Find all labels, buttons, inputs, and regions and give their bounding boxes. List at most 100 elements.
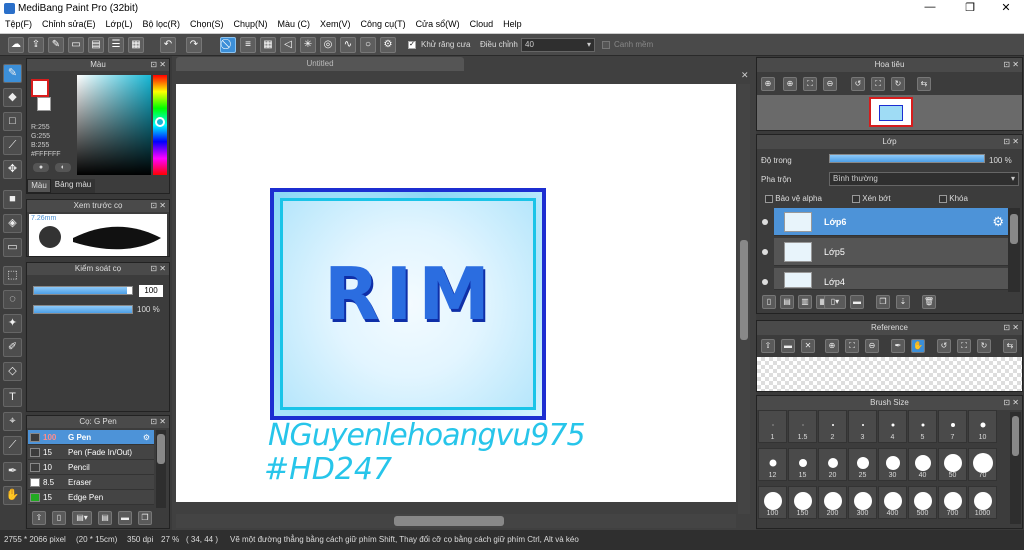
- grid-snap-icon[interactable]: ▦: [260, 37, 276, 53]
- blend-mode-dropdown[interactable]: Bình thường ▾: [829, 172, 1019, 186]
- new-layer-icon[interactable]: ▯: [762, 295, 776, 309]
- document-icon[interactable]: ▤: [88, 37, 104, 53]
- rotate-right-icon[interactable]: ↻: [891, 77, 905, 91]
- folder-icon[interactable]: ▬: [118, 511, 132, 525]
- select-pen-icon[interactable]: ✐: [3, 338, 22, 357]
- comment-icon[interactable]: ✎: [48, 37, 64, 53]
- reference-upload-icon[interactable]: ⇧: [761, 339, 775, 353]
- brush-size-option[interactable]: 300: [848, 486, 877, 519]
- menu-window[interactable]: Cửa sổ(W): [411, 17, 465, 29]
- dropper-icon[interactable]: ✒: [891, 339, 905, 353]
- protect-alpha-checkbox[interactable]: [765, 194, 773, 203]
- radial-snap-icon[interactable]: ✳: [300, 37, 316, 53]
- tab-palette[interactable]: Bảng màu: [51, 179, 95, 193]
- eyedropper-icon[interactable]: ✒: [3, 462, 22, 481]
- visibility-eye-icon[interactable]: [762, 219, 768, 225]
- add-brush-icon[interactable]: ⇧: [32, 511, 46, 525]
- document-tab[interactable]: Untitled: [176, 57, 464, 71]
- text-tool-icon[interactable]: T: [3, 388, 22, 407]
- secondary-color-swatch[interactable]: [37, 97, 51, 111]
- new-brush-icon[interactable]: ▯: [52, 511, 66, 525]
- fit-icon[interactable]: ⛶: [845, 339, 859, 353]
- scrollbar-thumb[interactable]: [740, 240, 748, 340]
- brush-size-option[interactable]: 1000: [968, 486, 997, 519]
- rotate-left-icon[interactable]: ↺: [851, 77, 865, 91]
- brush-props-icon[interactable]: ▤: [98, 511, 112, 525]
- share-icon[interactable]: ⇪: [28, 37, 44, 53]
- menu-edit[interactable]: Chỉnh sửa(E): [37, 17, 101, 29]
- panel-close-icon[interactable]: ⊡ ✕: [1003, 135, 1019, 149]
- brush-size-option[interactable]: 30: [878, 448, 907, 481]
- brush-item[interactable]: 15 Pen (Fade In/Out): [28, 445, 154, 460]
- brush-size-scrollbar[interactable]: [1010, 412, 1021, 524]
- brush-size-option[interactable]: 2: [818, 410, 847, 443]
- ellipse-snap-icon[interactable]: ○: [360, 37, 376, 53]
- antialias-checkbox[interactable]: ✓: [408, 40, 416, 49]
- brush-opacity-slider[interactable]: [33, 305, 133, 314]
- zoom-fit-icon[interactable]: ⊕: [761, 77, 775, 91]
- select-rect-icon[interactable]: ⬚: [3, 266, 22, 285]
- brush-menu-icon[interactable]: ▤▾: [72, 511, 92, 525]
- zoom-in-icon[interactable]: ⊕: [825, 339, 839, 353]
- gradient-tool-icon[interactable]: ▭: [3, 238, 22, 257]
- menu-select[interactable]: Chọn(S): [185, 17, 229, 29]
- zoom-out-icon[interactable]: ⊖: [823, 77, 837, 91]
- brush-size-option[interactable]: 7: [938, 410, 967, 443]
- menu-filter[interactable]: Bộ lọc(R): [137, 17, 185, 29]
- brush-size-option[interactable]: 50: [938, 448, 967, 481]
- line-tool-icon[interactable]: ⟋: [3, 136, 22, 155]
- layer-opacity-slider[interactable]: [829, 154, 985, 163]
- hue-slider[interactable]: [153, 75, 167, 175]
- brush-size-option[interactable]: 1.5: [788, 410, 817, 443]
- gear-icon[interactable]: ⚙: [992, 214, 1004, 230]
- dropper-icon[interactable]: ⟋: [3, 436, 22, 455]
- visibility-eye-icon[interactable]: [762, 249, 768, 255]
- scrollbar-thumb[interactable]: [394, 516, 504, 526]
- menu-tools[interactable]: Công cụ(T): [356, 17, 411, 29]
- reference-canvas[interactable]: [757, 357, 1022, 391]
- scrollbar-thumb[interactable]: [1010, 214, 1018, 244]
- brush-size-option[interactable]: 100: [758, 486, 787, 519]
- gear-icon[interactable]: ⚙: [143, 430, 150, 445]
- shape-tool-icon[interactable]: □: [3, 112, 22, 131]
- brush-size-option[interactable]: 500: [908, 486, 937, 519]
- bucket-tool-icon[interactable]: ◈: [3, 214, 22, 233]
- cloud-icon[interactable]: ☁: [8, 37, 24, 53]
- brush-size-slider[interactable]: [33, 286, 133, 295]
- delete-layer-icon[interactable]: 🗑: [922, 295, 936, 309]
- clipping-checkbox[interactable]: [852, 194, 860, 203]
- navigator-viewport[interactable]: [869, 97, 913, 127]
- panel-close-icon[interactable]: ⊡ ✕: [1003, 58, 1019, 72]
- rotate-left-icon[interactable]: ↺: [937, 339, 951, 353]
- brush-size-option[interactable]: 10: [968, 410, 997, 443]
- brush-size-option[interactable]: 40: [908, 448, 937, 481]
- brush-size-option[interactable]: 400: [878, 486, 907, 519]
- fit-icon[interactable]: ⛶: [871, 77, 885, 91]
- restore-button[interactable]: ❐: [960, 1, 980, 14]
- color-mode-icon[interactable]: ●: [33, 163, 49, 172]
- reference-open-icon[interactable]: ▬: [781, 339, 795, 353]
- color-mode-icon-2[interactable]: ◐: [55, 163, 71, 172]
- zoom-out-icon[interactable]: ⊖: [865, 339, 879, 353]
- redo-icon[interactable]: ↷: [186, 37, 202, 53]
- scrollbar-thumb[interactable]: [157, 434, 165, 464]
- merge-layer-icon[interactable]: ⇣: [896, 295, 910, 309]
- brush-item[interactable]: 8.5 Eraser: [28, 475, 154, 490]
- layer-folder-icon[interactable]: ▬: [850, 295, 864, 309]
- settings-icon[interactable]: ⚙: [380, 37, 396, 53]
- reference-close-icon[interactable]: ✕: [801, 339, 815, 353]
- brush-item[interactable]: 10 Pencil: [28, 460, 154, 475]
- actual-size-icon[interactable]: ⛶: [803, 77, 817, 91]
- brush-size-option[interactable]: 150: [788, 486, 817, 519]
- flip-icon[interactable]: ⇆: [1003, 339, 1017, 353]
- duplicate-icon[interactable]: ❐: [138, 511, 152, 525]
- fit-icon[interactable]: ⛶: [957, 339, 971, 353]
- minimize-button[interactable]: —: [920, 1, 940, 13]
- parallel-snap-icon[interactable]: ≡: [240, 37, 256, 53]
- brush-size-option[interactable]: 3: [848, 410, 877, 443]
- panel-close-icon[interactable]: ⊡ ✕: [150, 200, 166, 212]
- brush-size-option[interactable]: 200: [818, 486, 847, 519]
- brush-size-option[interactable]: 15: [788, 448, 817, 481]
- add-layer-menu-icon[interactable]: ▯▾: [824, 295, 846, 309]
- circle-snap-icon[interactable]: ◎: [320, 37, 336, 53]
